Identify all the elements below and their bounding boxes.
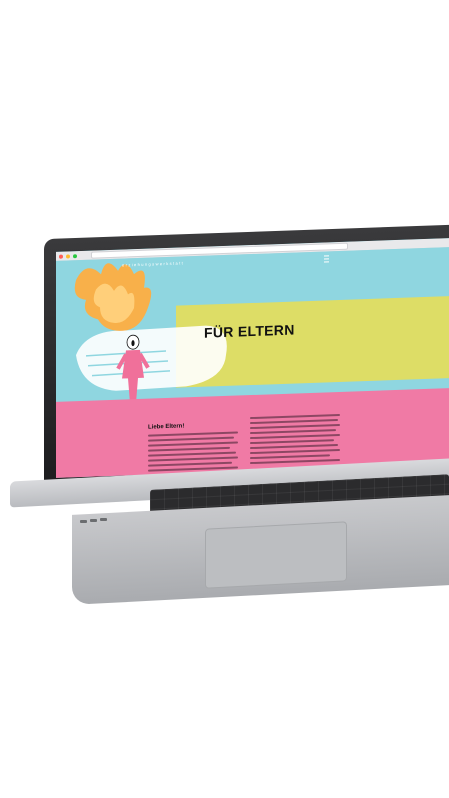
maximize-window-icon[interactable] — [73, 253, 77, 258]
usb-port — [100, 518, 107, 521]
close-window-icon[interactable] — [59, 254, 63, 259]
usb-port — [80, 520, 87, 523]
intro-text-right — [250, 413, 342, 467]
laptop-screen: erziehungswerkstatt FÜR ELTERN Liebe Elt… — [56, 238, 449, 478]
intro-text-left — [148, 431, 240, 474]
minimize-window-icon[interactable] — [66, 253, 70, 259]
trackpad — [205, 521, 347, 589]
page-title: FÜR ELTERN — [204, 321, 295, 341]
usb-port — [90, 519, 97, 522]
hamburger-menu-icon[interactable] — [324, 255, 329, 263]
intro-heading: Liebe Eltern! — [148, 423, 185, 431]
